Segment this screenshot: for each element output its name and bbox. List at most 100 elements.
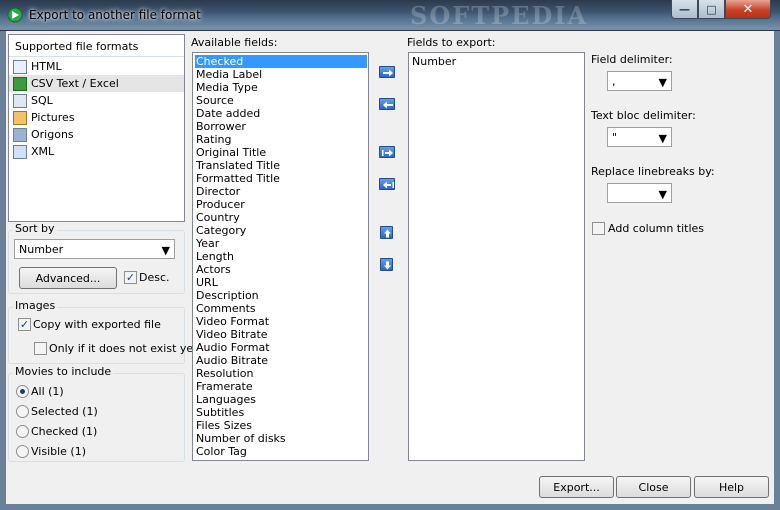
format-label: XML [31,145,55,158]
advanced-button[interactable]: Advanced... [19,267,117,289]
available-field-item[interactable]: Color Tag [195,445,247,458]
available-fields-list[interactable]: Checked Media Label Media Type Source Date a… [192,52,369,461]
formats-header: Supported file formats [15,40,139,53]
arrow-left-all-icon [383,181,394,189]
radio-checked-label: Checked (1) [31,425,98,438]
available-field-item[interactable]: Date added [195,107,260,120]
sort-value: Number [19,243,64,256]
available-field-item[interactable]: Files Sizes [195,419,252,432]
sort-label: Sort by [13,222,57,235]
chevron-down-icon: ▼ [658,76,667,89]
remove-all-fields-button[interactable] [379,178,395,190]
sql-file-icon [13,93,27,108]
available-field-item[interactable]: Resolution [195,367,253,380]
check-icon: ✓ [125,271,136,284]
export-fields-list[interactable]: Number [408,52,585,461]
close-window-button[interactable]: ✕ [725,0,771,19]
field-delimiter-label: Field delimiter: [591,53,673,66]
available-field-item[interactable]: Media Type [195,81,258,94]
format-item-sql[interactable]: SQL [9,92,184,109]
desc-label: Desc. [139,271,170,284]
available-field-item[interactable]: Translated Title [195,159,280,172]
only-if-not-exist-label: Only if it does not exist yet [49,342,198,355]
softpedia-watermark: SOFTPEDIA [410,1,589,30]
minimize-button[interactable]: — [671,0,698,19]
close-button[interactable]: Close [616,476,691,498]
radio-selected[interactable] [16,405,29,418]
available-field-item[interactable]: Borrower [195,120,246,133]
maximize-icon: □ [706,2,717,16]
format-item-xml[interactable]: XML [9,143,184,160]
format-item-csv[interactable]: CSV Text / Excel [9,75,184,92]
radio-visible-label: Visible (1) [31,445,87,458]
export-fields-label: Fields to export: [407,36,496,49]
arrow-down-icon [384,261,391,270]
available-field-item[interactable]: Rating [195,133,231,146]
help-button-label: Help [718,480,745,494]
formats-list[interactable]: Supported file formats HTML CSV Text / E… [8,34,185,222]
available-field-item[interactable]: Checked [195,55,367,68]
arrow-left-icon [383,101,393,109]
available-field-item[interactable]: Producer [195,198,245,211]
divider [9,56,184,57]
text-delimiter-value: " [612,131,618,144]
text-delimiter-combo[interactable]: " ▼ [607,127,672,147]
only-if-not-exist-checkbox[interactable] [34,342,47,355]
available-field-item[interactable]: Actors [195,263,231,276]
radio-checked[interactable] [16,425,29,438]
available-field-item[interactable]: Country [195,211,240,224]
available-field-item[interactable]: Source [195,94,234,107]
window-title: Export to another file format [29,8,201,22]
available-field-item[interactable]: Original Title [195,146,266,159]
linebreaks-combo[interactable]: ▼ [607,183,672,203]
title-bar[interactable]: SOFTPEDIA Export to another file format … [0,0,780,31]
desc-checkbox[interactable]: ✓ [124,271,137,284]
available-field-item[interactable]: Length [195,250,234,263]
export-button[interactable]: Export... [539,476,614,498]
arrow-up-icon [384,229,391,238]
format-item-html[interactable]: HTML [9,58,184,75]
available-field-item[interactable]: Director [195,185,240,198]
xml-file-icon [13,144,27,159]
copy-images-label: Copy with exported file [33,318,161,331]
available-field-item[interactable]: Comments [195,302,256,315]
add-column-titles-checkbox[interactable] [592,222,605,235]
copy-images-checkbox[interactable]: ✓ [18,318,31,331]
available-fields-label: Available fields: [191,36,278,49]
radio-visible[interactable] [16,445,29,458]
available-field-item[interactable]: Category [195,224,246,237]
remove-field-button[interactable] [379,98,395,110]
maximize-button[interactable]: □ [698,0,725,19]
images-label: Images [13,299,58,312]
arrow-right-icon [383,69,393,77]
add-column-titles-label: Add column titles [608,222,705,235]
available-field-item[interactable]: Video Format [195,315,269,328]
field-delimiter-combo[interactable]: , ▼ [607,71,672,91]
add-all-fields-button[interactable] [379,146,395,158]
available-field-item[interactable]: Formatted Title [195,172,280,185]
available-field-item[interactable]: Video Bitrate [195,328,268,341]
help-button[interactable]: Help [694,476,769,498]
format-label: Pictures [31,111,75,124]
available-field-item[interactable]: Languages [195,393,256,406]
format-item-pictures[interactable]: Pictures [9,109,184,126]
available-field-item[interactable]: URL [195,276,218,289]
sort-combo[interactable]: Number ▼ [14,239,175,259]
add-field-button[interactable] [379,66,395,78]
export-field-item[interactable]: Number [411,55,456,68]
available-field-item[interactable]: Subtitles [195,406,244,419]
available-field-item[interactable]: Framerate [195,380,253,393]
available-field-item[interactable]: Description [195,289,259,302]
minimize-icon: — [679,2,690,16]
available-field-item[interactable]: Year [195,237,219,250]
available-field-item[interactable]: Media Label [195,68,262,81]
dialog-client: Supported file formats HTML CSV Text / E… [6,31,774,504]
available-field-item[interactable]: Number of disks [195,432,286,445]
format-item-origons[interactable]: Origons [9,126,184,143]
available-field-item[interactable]: Audio Bitrate [195,354,268,367]
move-up-button[interactable] [380,226,393,239]
window-frame-right [774,31,780,510]
move-down-button[interactable] [380,258,393,271]
available-field-item[interactable]: Audio Format [195,341,270,354]
radio-all[interactable] [16,385,29,398]
